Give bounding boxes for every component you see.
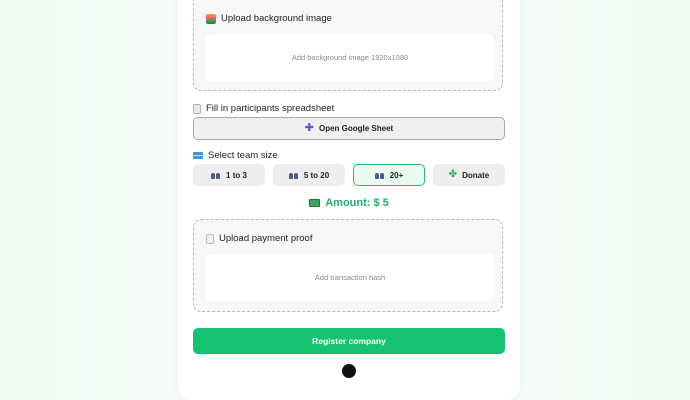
team-size-option-label: 20+ (389, 170, 404, 180)
background-upload-box[interactable]: Upload background image Add background i… (193, 0, 503, 91)
register-company-label: Register company (312, 336, 386, 346)
payment-proof-title-text: Upload payment proof (219, 233, 313, 244)
background-image-dropzone[interactable]: Add background image 1920x1080 (206, 34, 494, 81)
register-company-button[interactable]: Register company (193, 328, 505, 354)
money-icon (309, 199, 321, 207)
floating-action-dot[interactable] (342, 364, 356, 378)
background-upload-title: Upload background image (206, 13, 332, 24)
participants-label: Fill in participants spreadsheet (193, 103, 334, 114)
people-icon (288, 172, 299, 179)
payment-proof-upload-box[interactable]: Upload payment proof Add transaction has… (193, 219, 503, 312)
team-size-label-text: Select team size (208, 150, 278, 161)
receipt-icon (206, 233, 214, 244)
team-size-option-5-to-20[interactable]: 5 to 20 (273, 164, 345, 186)
amount-display: Amount: $ 5 (193, 197, 505, 209)
team-size-option-20-plus[interactable]: 20+ (353, 164, 425, 186)
amount-text: Amount: $ 5 (325, 197, 389, 209)
team-size-option-1-to-3[interactable]: 1 to 3 (193, 164, 265, 186)
background-image-placeholder: Add background image 1920x1080 (291, 53, 409, 62)
team-size-label: Select team size (193, 150, 278, 161)
document-icon (193, 103, 201, 114)
people-icon (374, 172, 385, 179)
people-icon (211, 172, 221, 179)
transaction-hash-placeholder: Add transaction hash (314, 273, 386, 282)
team-size-option-label: 1 to 3 (226, 170, 247, 180)
plus-icon: ✚ (304, 122, 314, 134)
open-google-sheet-button[interactable]: ✚ Open Google Sheet (193, 117, 505, 140)
donate-label: Donate (462, 170, 490, 180)
team-size-option-label: 5 to 20 (303, 170, 330, 180)
participants-label-text: Fill in participants spreadsheet (206, 103, 335, 114)
transaction-hash-field[interactable]: Add transaction hash (206, 254, 494, 301)
picture-icon (206, 13, 216, 24)
open-google-sheet-label: Open Google Sheet (318, 124, 394, 133)
credit-card-icon (193, 152, 203, 159)
donate-icon: ✤ (448, 169, 458, 180)
background-upload-title-text: Upload background image (221, 13, 332, 24)
donate-button[interactable]: ✤ Donate (433, 164, 505, 186)
payment-proof-title: Upload payment proof (206, 233, 312, 244)
